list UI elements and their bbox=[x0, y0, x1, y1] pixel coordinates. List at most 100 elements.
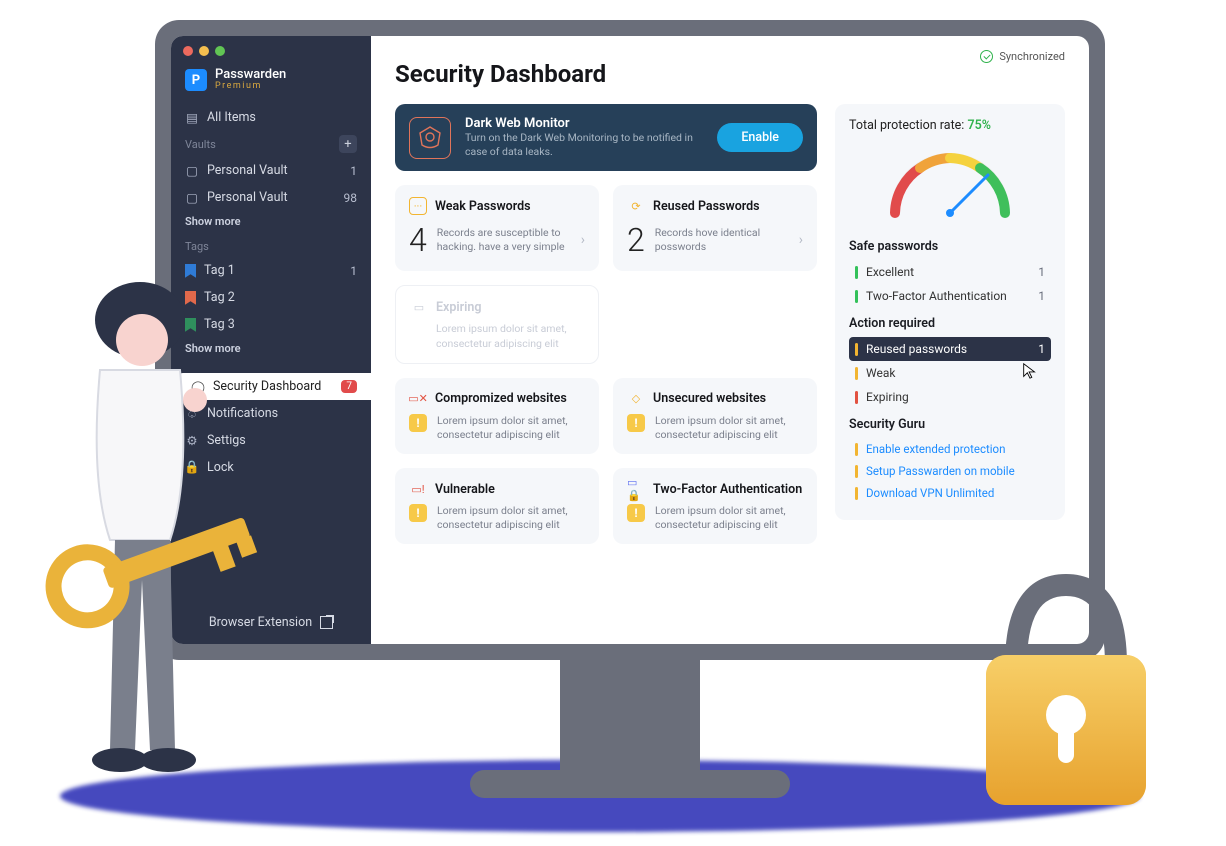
tags-header-label: Tags bbox=[185, 240, 209, 253]
warning-icon: ! bbox=[409, 414, 427, 432]
sidebar-item-security-dashboard[interactable]: ◯ Security Dashboard 7 bbox=[177, 373, 371, 400]
add-vault-button[interactable]: + bbox=[339, 135, 357, 153]
sync-label: Synchronized bbox=[999, 50, 1065, 63]
tags-header: Tags bbox=[171, 236, 371, 257]
shield-icon: ◯ bbox=[191, 380, 205, 394]
sidebar-vault-item[interactable]: ▢Personal Vault 98 bbox=[171, 184, 371, 211]
status-bar-icon bbox=[855, 266, 858, 279]
guru-row[interactable]: Setup Passwarden on mobile bbox=[849, 460, 1051, 482]
card-title: Vulnerable bbox=[435, 482, 495, 497]
expiring-icon: ▭ bbox=[410, 298, 428, 316]
sidebar-item-lock[interactable]: 🔒Lock bbox=[171, 454, 371, 481]
browser-extension-link[interactable]: Browser Extension bbox=[171, 601, 371, 644]
action-row-reused[interactable]: Reused passwords1 bbox=[849, 337, 1051, 361]
footer-label: Browser Extension bbox=[209, 615, 312, 630]
sidebar-item-label: Security Dashboard bbox=[213, 379, 321, 394]
card-title: Unsecured websites bbox=[653, 391, 766, 406]
safe-row-excellent[interactable]: Excellent1 bbox=[849, 260, 1051, 284]
guru-link[interactable]: Enable extended protection bbox=[866, 442, 1005, 456]
card-desc: Lorem ipsum dolor sit amet, consectetur … bbox=[410, 322, 584, 350]
sidebar-item-label: Personal Vault bbox=[207, 190, 288, 205]
unsecured-websites-card[interactable]: ◇Unsecured websites !Lorem ipsum dolor s… bbox=[613, 378, 817, 454]
action-row-expiring[interactable]: Expiring bbox=[849, 385, 1051, 409]
status-bar-icon bbox=[855, 487, 858, 500]
app-window: P Passwarden Premium ▤All Items Vaults +… bbox=[171, 36, 1089, 644]
guru-row[interactable]: Enable extended protection bbox=[849, 438, 1051, 460]
protection-rate-label: Total protection rate: 75% bbox=[849, 118, 1051, 133]
chevron-right-icon: › bbox=[799, 232, 803, 248]
action-required-header: Action required bbox=[849, 316, 1051, 331]
status-bar-icon bbox=[855, 443, 858, 456]
action-row-weak[interactable]: Weak bbox=[849, 361, 1051, 385]
reused-passwords-card[interactable]: ⟳Reused Passwords 2 Records hove identic… bbox=[613, 185, 817, 271]
page-title: Security Dashboard bbox=[395, 60, 1065, 88]
sidebar-item-notifications[interactable]: ♤Notifications bbox=[171, 400, 371, 427]
check-circle-icon bbox=[980, 50, 993, 63]
security-alert-badge: 7 bbox=[341, 380, 357, 393]
security-guru-header: Security Guru bbox=[849, 417, 1051, 432]
maximize-dot-icon[interactable] bbox=[215, 46, 225, 56]
compromised-icon: ▭✕ bbox=[409, 390, 427, 408]
hero-title: Dark Web Monitor bbox=[465, 116, 703, 131]
sidebar-item-settings[interactable]: ⚙Settigs bbox=[171, 427, 371, 454]
monitor-stand-neck bbox=[560, 656, 700, 776]
sidebar-item-label: Lock bbox=[207, 460, 234, 475]
warning-icon: ! bbox=[627, 414, 645, 432]
weak-passwords-card[interactable]: ···Weak Passwords 4 Records are suscepti… bbox=[395, 185, 599, 271]
tags-show-more[interactable]: Show more bbox=[171, 338, 371, 363]
vulnerable-card[interactable]: ▭!Vulnerable !Lorem ipsum dolor sit amet… bbox=[395, 468, 599, 544]
card-desc: Lorem ipsum dolor sit amet, consectetur … bbox=[437, 414, 585, 442]
main-content: Synchronized Security Dashboard Dark Web… bbox=[371, 36, 1089, 644]
sidebar: P Passwarden Premium ▤All Items Vaults +… bbox=[171, 36, 371, 644]
vaults-show-more[interactable]: Show more bbox=[171, 211, 371, 236]
card-title: Reused Passwords bbox=[653, 199, 760, 214]
status-bar-icon bbox=[855, 290, 858, 303]
bookmark-icon bbox=[185, 264, 196, 278]
chevron-right-icon: › bbox=[581, 232, 585, 248]
sidebar-all-items[interactable]: ▤All Items bbox=[171, 104, 371, 131]
minimize-dot-icon[interactable] bbox=[199, 46, 209, 56]
vault-icon: ▢ bbox=[185, 164, 199, 178]
card-title: Two-Factor Authentication bbox=[653, 482, 802, 497]
sidebar-tag-item[interactable]: Tag 3 bbox=[171, 311, 371, 338]
vaults-header: Vaults + bbox=[171, 131, 371, 157]
enable-button[interactable]: Enable bbox=[717, 123, 803, 152]
warning-icon: ! bbox=[627, 504, 645, 522]
protection-rate-value: 75% bbox=[967, 118, 991, 133]
weak-count: 4 bbox=[409, 221, 427, 259]
card-desc: Lorem ipsum dolor sit amet, consectetur … bbox=[437, 504, 585, 532]
brand: P Passwarden Premium bbox=[171, 62, 371, 104]
status-bar-icon bbox=[855, 343, 858, 356]
tag-count: 1 bbox=[350, 264, 357, 278]
dark-web-monitor-banner: Dark Web Monitor Turn on the Dark Web Mo… bbox=[395, 104, 817, 171]
status-bar-icon bbox=[855, 391, 858, 404]
guru-link[interactable]: Setup Passwarden on mobile bbox=[866, 464, 1015, 478]
guru-row[interactable]: Download VPN Unlimited bbox=[849, 482, 1051, 504]
guru-link[interactable]: Download VPN Unlimited bbox=[866, 486, 994, 500]
bookmark-icon bbox=[185, 318, 196, 332]
sidebar-tag-item[interactable]: Tag 1 1 bbox=[171, 257, 371, 284]
expiring-card[interactable]: ▭Expiring Lorem ipsum dolor sit amet, co… bbox=[395, 285, 599, 363]
protection-gauge bbox=[849, 143, 1051, 223]
all-items-icon: ▤ bbox=[185, 111, 199, 125]
safe-passwords-header: Safe passwords bbox=[849, 239, 1051, 254]
sidebar-vault-item[interactable]: ▢ Personal Vault 1 bbox=[171, 157, 371, 184]
compromised-websites-card[interactable]: ▭✕Compromized websites !Lorem ipsum dolo… bbox=[395, 378, 599, 454]
weak-icon: ··· bbox=[409, 197, 427, 215]
vault-icon: ▢ bbox=[185, 191, 199, 205]
vaults-header-label: Vaults bbox=[185, 138, 216, 151]
vault-count: 1 bbox=[350, 164, 357, 178]
two-factor-card[interactable]: ▭🔒Two-Factor Authentication !Lorem ipsum… bbox=[613, 468, 817, 544]
card-desc: Records are susceptible to hacking. have… bbox=[437, 226, 571, 254]
window-controls bbox=[171, 36, 371, 62]
brand-tier: Premium bbox=[215, 82, 286, 92]
external-link-icon bbox=[320, 616, 333, 629]
close-dot-icon[interactable] bbox=[183, 46, 193, 56]
sidebar-tag-item[interactable]: Tag 2 bbox=[171, 284, 371, 311]
sidebar-item-label: Personal Vault bbox=[207, 163, 288, 178]
vulnerable-icon: ▭! bbox=[409, 480, 427, 498]
status-bar-icon bbox=[855, 465, 858, 478]
unsecured-icon: ◇ bbox=[627, 390, 645, 408]
brand-logo-icon: P bbox=[185, 69, 207, 91]
safe-row-twofa[interactable]: Two-Factor Authentication1 bbox=[849, 284, 1051, 308]
